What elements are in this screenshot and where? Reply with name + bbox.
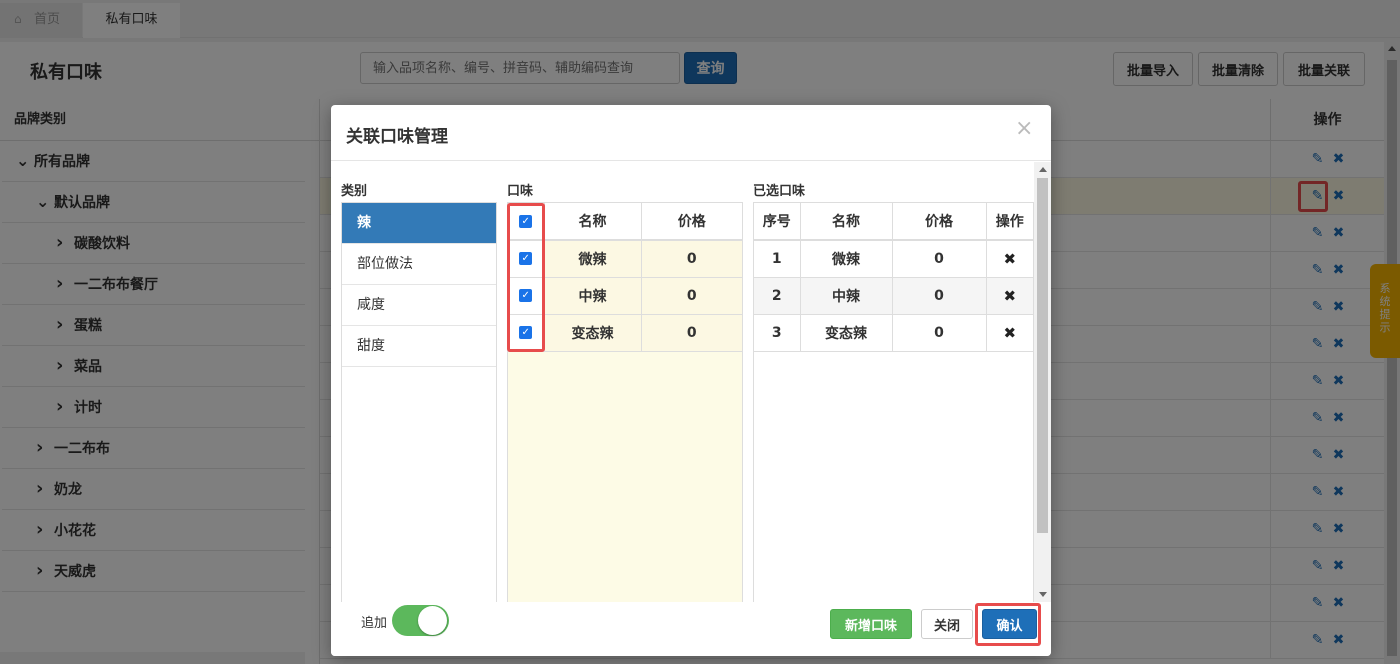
dialog-footer: 追加 新增口味 关闭 确认 [331,602,1051,656]
flavor-name: 中辣 [544,277,642,315]
selected-flavor-table: 序号 名称 价格 操作 1 微辣 0 ✖ 2 中辣 0 ✖ 3 变态辣 0 ✖ [754,203,1033,352]
flavor-label: 口味 [507,184,534,199]
table-row: 2 中辣 0 ✖ [754,277,1033,315]
confirm-highlight-box [975,603,1041,646]
selected-price: 0 [892,277,987,315]
selected-name: 微辣 [800,240,893,278]
category-list: 辣 部位做法 咸度 甜度 [341,202,497,612]
category-item[interactable]: 辣 [342,203,496,244]
selected-no: 1 [754,240,801,278]
flavor-price-header: 价格 [641,203,742,241]
selected-name: 变态辣 [800,314,893,352]
toggle-knob [418,606,447,635]
selected-price-header: 价格 [892,203,987,241]
table-row: 3 变态辣 0 ✖ [754,314,1033,352]
selected-price: 0 [892,240,987,278]
selected-price: 0 [892,314,987,352]
dialog-header: 关联口味管理 × [331,105,1051,161]
flavor-price: 0 [641,277,742,315]
category-item[interactable]: 甜度 [342,326,496,367]
selected-no-header: 序号 [754,203,801,241]
append-toggle-label: 追加 [361,616,388,631]
selected-table-box: 序号 名称 价格 操作 1 微辣 0 ✖ 2 中辣 0 ✖ 3 变态辣 0 ✖ [753,202,1034,612]
close-icon[interactable]: × [1015,117,1033,141]
flavor-price: 0 [641,240,742,278]
remove-icon[interactable]: ✖ [986,277,1033,315]
add-flavor-button[interactable]: 新增口味 [830,609,912,639]
append-toggle[interactable] [392,605,449,636]
table-row: 1 微辣 0 ✖ [754,240,1033,278]
checkbox-highlight-box [507,203,545,352]
scroll-thumb[interactable] [1037,178,1048,533]
remove-icon[interactable]: ✖ [986,314,1033,352]
dialog-scrollbar[interactable] [1034,162,1051,602]
selected-no: 2 [754,277,801,315]
selected-op-header: 操作 [986,203,1033,241]
flavor-price: 0 [641,314,742,352]
flavor-name-header: 名称 [544,203,642,241]
close-button[interactable]: 关闭 [921,609,973,639]
remove-icon[interactable]: ✖ [986,240,1033,278]
category-item[interactable]: 咸度 [342,285,496,326]
selected-flavor-label: 已选口味 [753,184,806,199]
flavor-link-dialog: 关联口味管理 × 类别 口味 已选口味 辣 部位做法 咸度 甜度 ✓ 名称 价格… [331,105,1051,656]
scroll-up-arrow[interactable] [1039,167,1047,172]
scroll-down-arrow[interactable] [1039,592,1047,597]
category-item[interactable]: 部位做法 [342,244,496,285]
selected-name: 中辣 [800,277,893,315]
selected-name-header: 名称 [800,203,893,241]
category-label: 类别 [341,184,368,199]
selected-no: 3 [754,314,801,352]
flavor-name: 微辣 [544,240,642,278]
flavor-name: 变态辣 [544,314,642,352]
dialog-body: 类别 口味 已选口味 辣 部位做法 咸度 甜度 ✓ 名称 价格 ✓ 微辣 0 ✓… [331,162,1051,612]
dialog-title: 关联口味管理 [346,127,448,147]
